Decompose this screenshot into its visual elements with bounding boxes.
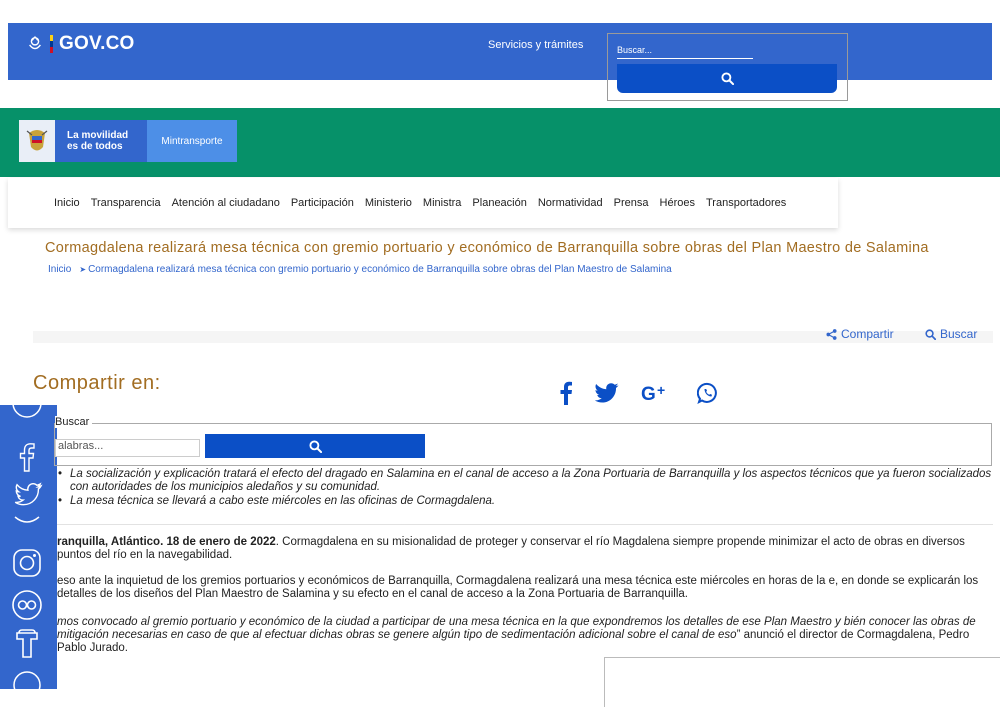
paragraph-text: eso ante la inquietud de los gremios por… [57,575,979,600]
colombia-crest-icon [29,35,41,50]
nav-item-atencion[interactable]: Atención al ciudadano [172,197,280,209]
article-paragraph-1: ranquilla, Atlántico. 18 de enero de 202… [57,536,993,562]
share-button[interactable]: Compartir [826,327,894,341]
twitter-outline-icon[interactable] [9,477,45,513]
ministry-motto: La movilidad es de todos [55,130,128,152]
google-plus-icon[interactable]: G + [641,383,675,403]
divider [57,524,993,525]
header-search-button[interactable] [617,64,837,93]
nav-item-normatividad[interactable]: Normatividad [538,197,603,209]
nav-item-ministerio[interactable]: Ministerio [365,197,412,209]
page-title: Cormagdalena realizará mesa técnica con … [45,240,929,256]
article-paragraph-2: eso ante la inquietud de los gremios por… [57,575,993,601]
share-title: Compartir en: [33,372,161,394]
social-sidebar [0,405,57,689]
keyword-search-button[interactable] [205,434,425,458]
facebook-outline-icon[interactable] [9,438,45,474]
breadcrumb-current: Cormagdalena realizará mesa técnica con … [88,264,672,275]
side-widget-box [604,657,1000,707]
nav-item-participacion[interactable]: Participación [291,197,354,209]
dateline: ranquilla, Atlántico. 18 de enero de 202… [57,536,276,548]
nav-item-ministra[interactable]: Ministra [423,197,462,209]
keyword-input[interactable]: alabras... [55,439,200,457]
list-item: La socialización y explicación tratará e… [58,468,993,494]
svg-text:G: G [641,384,656,403]
nav-item-heroes[interactable]: Héroes [660,197,695,209]
page: GOV.CO Servicios y trámites La [0,0,1000,707]
share-icon [826,328,837,340]
search-icon [925,328,936,340]
header-search-box [607,33,848,101]
search-legend: Buscar [55,416,93,428]
nav-item-transportadores[interactable]: Transportadores [706,197,786,209]
facebook-icon[interactable] [559,381,573,405]
smile-curve-icon [14,516,40,523]
ministry-tab[interactable]: Mintransporte [147,120,237,162]
gov-logo-text: GOV.CO [59,33,135,54]
header-search-input[interactable] [617,41,753,59]
search-toggle-button[interactable]: Buscar [925,327,977,341]
services-link[interactable]: Servicios y trámites [488,39,583,51]
whatsapp-icon[interactable] [697,382,719,404]
nav-item-prensa[interactable]: Prensa [614,197,649,209]
nav-item-transparencia[interactable]: Transparencia [91,197,161,209]
share-label: Compartir [841,327,894,341]
motto-line-1: La movilidad [67,130,129,141]
gov-logo[interactable]: GOV.CO [26,33,134,55]
nav-item-planeacion[interactable]: Planeación [472,197,526,209]
instagram-outline-icon[interactable] [9,545,45,581]
main-nav: Inicio Transparencia Atención al ciudada… [8,178,838,228]
motto-line-2: es de todos [67,141,123,152]
youtube-outline-icon[interactable] [9,627,45,663]
flag-stripe-icon [50,35,53,53]
ministry-logo[interactable]: La movilidad es de todos [19,120,147,162]
article-paragraph-3: mos convocado al gremio portuario y econ… [57,616,993,655]
flickr-outline-icon[interactable] [9,587,45,623]
search-label: Buscar [940,327,978,341]
ministry-bar: La movilidad es de todos Mintransporte [0,108,1000,177]
coat-of-arms-icon [19,120,55,162]
nav-item-inicio[interactable]: Inicio [54,197,80,209]
search-fieldset: Buscar alabras... [54,416,992,466]
twitter-icon[interactable] [595,383,619,403]
search-icon [720,72,734,85]
breadcrumb: Inicio ➤ Cormagdalena realizará mesa técni… [48,264,672,275]
partial-circle-icon [12,405,42,418]
breadcrumb-arrow-icon: ➤ [79,265,87,274]
list-item: La mesa técnica se llevará a cabo este m… [58,495,993,508]
breadcrumb-home[interactable]: Inicio [48,264,71,275]
svg-text:+: + [657,383,665,398]
partial-circle-bottom-icon [13,671,41,689]
search-icon [308,439,322,453]
summary-bullets: La socialización y explicación tratará e… [58,468,993,509]
social-share-row: G + [559,381,719,405]
